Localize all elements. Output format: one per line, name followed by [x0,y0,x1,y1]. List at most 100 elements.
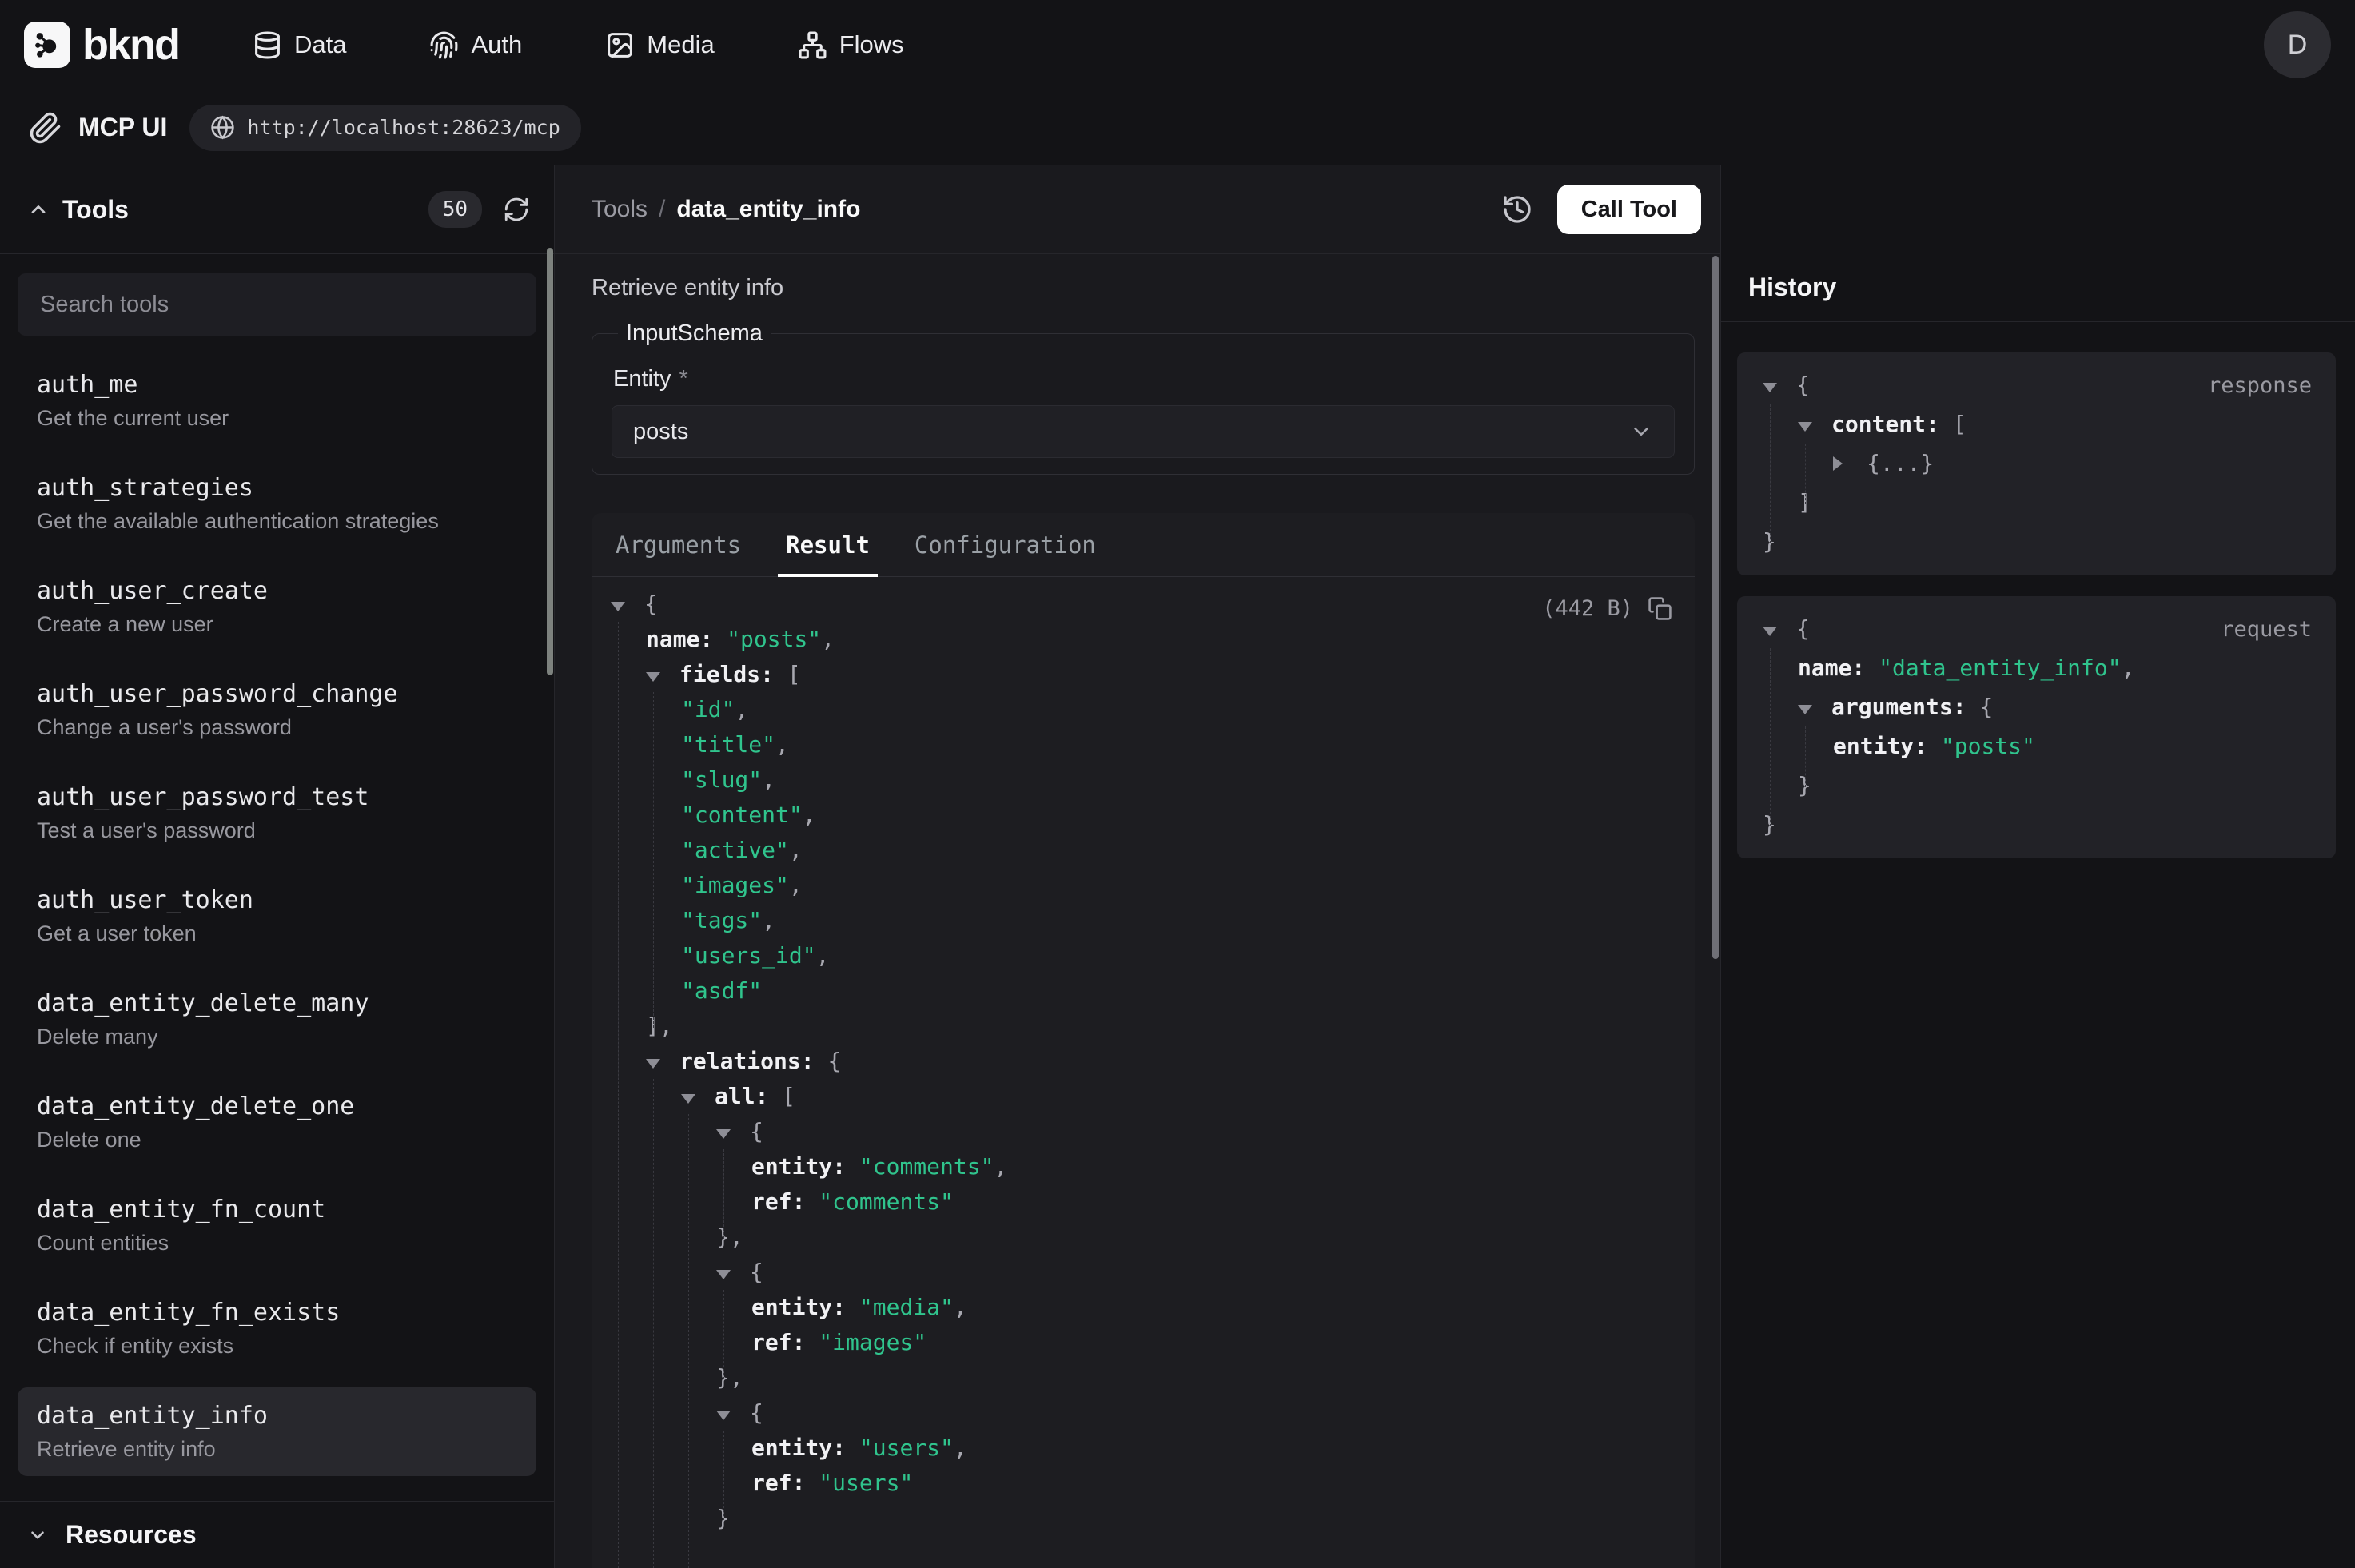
json-p: { [750,1259,763,1285]
server-url-pill[interactable]: http://localhost:28623/mcp [189,105,580,151]
nav-item-auth[interactable]: Auth [429,30,522,60]
json-row: entity: "posts" [1737,726,2336,766]
json-p: }, [716,1364,743,1391]
json-str: "users_id" [681,942,816,969]
json-p: { [750,1399,763,1426]
collapse-caret-icon[interactable] [681,1079,715,1114]
nav-item-flows[interactable]: Flows [798,30,904,60]
json-key: ref: [751,1188,805,1215]
sidebar-item-auth_user_password_test[interactable]: auth_user_password_testTest a user's pas… [18,769,536,858]
json-p: }, [716,1224,743,1250]
tab-configuration[interactable]: Configuration [911,513,1099,576]
tool-name: auth_user_password_change [37,680,517,708]
breadcrumb-root[interactable]: Tools [592,196,648,223]
json-key: ref: [751,1470,805,1496]
history-header: History [1721,165,2355,322]
collapse-caret-icon[interactable] [646,1044,679,1079]
refresh-button[interactable] [503,196,530,223]
chevron-up-icon[interactable] [27,198,50,221]
sidebar-scrollbar[interactable] [547,248,553,675]
tool-description: Test a user's password [37,818,517,843]
tab-arguments[interactable]: Arguments [612,513,744,576]
json-str: "content" [681,802,803,828]
tool-description: Delete many [37,1025,517,1049]
sidebar-item-data_entity_delete_many[interactable]: data_entity_delete_manyDelete many [18,975,536,1064]
tool-list: auth_meGet the current user auth_strategi… [0,336,554,1501]
collapse-caret-icon[interactable] [716,1114,750,1149]
avatar[interactable]: D [2264,11,2331,78]
entity-field-label: Entity* [613,366,1675,392]
expand-caret-icon[interactable] [1833,444,1867,483]
collapse-caret-icon[interactable] [1798,404,1831,444]
history-entry-response[interactable]: response{content: [{...}]} [1737,352,2336,575]
tool-name: auth_strategies [37,474,517,502]
tool-description: Check if entity exists [37,1334,517,1359]
json-p: , [789,837,803,863]
nav-label: Auth [471,30,522,59]
json-p: , [821,626,835,652]
sidebar-item-auth_user_create[interactable]: auth_user_createCreate a new user [18,563,536,651]
indent-guide [723,1290,724,1379]
indent-guide [653,1079,654,1568]
collapse-caret-icon[interactable] [611,587,644,622]
collapse-caret-icon[interactable] [646,657,679,692]
json-str: "id" [681,696,735,722]
json-row: ref: "comments" [592,1184,1695,1220]
json-p: , [735,696,748,722]
history-toggle-button[interactable] [1501,193,1533,225]
collapse-caret-icon[interactable] [1798,687,1831,726]
sidebar-item-auth_strategies[interactable]: auth_strategiesGet the available authent… [18,460,536,548]
sidebar-item-data_entity_fn_count[interactable]: data_entity_fn_countCount entities [18,1181,536,1270]
tab-result[interactable]: Result [783,513,873,576]
json-str: "tags" [681,907,762,933]
server-url: http://localhost:28623/mcp [247,116,560,139]
search-input[interactable] [18,273,536,336]
json-p: {...} [1867,450,1934,476]
sidebar-item-auth_user_token[interactable]: auth_user_tokenGet a user token [18,872,536,961]
json-row: }, [592,1360,1695,1395]
indent-guide [1770,648,1771,826]
sidebar-item-data_entity_fn_exists[interactable]: data_entity_fn_existsCheck if entity exi… [18,1284,536,1373]
json-p: { [750,1118,763,1144]
call-tool-button[interactable]: Call Tool [1557,185,1701,234]
entity-select[interactable]: posts [612,405,1675,458]
collapse-caret-icon[interactable] [1763,365,1796,404]
sidebar-item-auth_me[interactable]: auth_meGet the current user [18,356,536,445]
brand-name: bknd [82,20,179,70]
result-card: ArgumentsResultConfiguration (442 B) {na… [592,513,1695,1568]
json-row: { [1737,365,2336,404]
json-key: arguments: [1831,694,1966,720]
globe-icon [210,115,235,140]
main-scrollbar[interactable] [1712,256,1719,959]
nav-item-data[interactable]: Data [253,30,346,60]
json-row: ], [592,1009,1695,1044]
tool-name: data_entity_delete_one [37,1092,517,1120]
resources-section-header[interactable]: Resources [0,1501,554,1568]
tools-title: Tools [62,195,129,225]
json-str: "comments" [819,1188,954,1215]
indent-guide [1805,444,1806,504]
sidebar-item-auth_user_password_change[interactable]: auth_user_password_changeChange a user's… [18,666,536,754]
sidebar-item-data_entity_delete_one[interactable]: data_entity_delete_oneDelete one [18,1078,536,1167]
json-row: "content", [592,798,1695,833]
collapse-caret-icon[interactable] [716,1395,750,1431]
json-p: , [954,1435,967,1461]
nav-item-media[interactable]: Media [605,30,714,60]
collapse-caret-icon[interactable] [1763,609,1796,648]
json-p: { [1796,615,1810,642]
json-p: , [803,802,816,828]
collapse-caret-icon[interactable] [716,1255,750,1290]
json-row: "asdf" [592,973,1695,1009]
json-p: [ [787,661,801,687]
json-str: "images" [819,1329,926,1355]
json-row: relations: { [592,1044,1695,1079]
json-key: entity: [751,1153,846,1180]
json-row: ref: "users" [592,1466,1695,1501]
json-row: { [592,1395,1695,1431]
brand[interactable]: bknd [24,20,179,70]
tool-name: auth_me [37,371,517,399]
json-row: { [592,1255,1695,1290]
history-entry-request[interactable]: request{name: "data_entity_info",argumen… [1737,596,2336,858]
sidebar-item-data_entity_info[interactable]: data_entity_infoRetrieve entity info [18,1387,536,1476]
nav-label: Data [294,30,346,59]
